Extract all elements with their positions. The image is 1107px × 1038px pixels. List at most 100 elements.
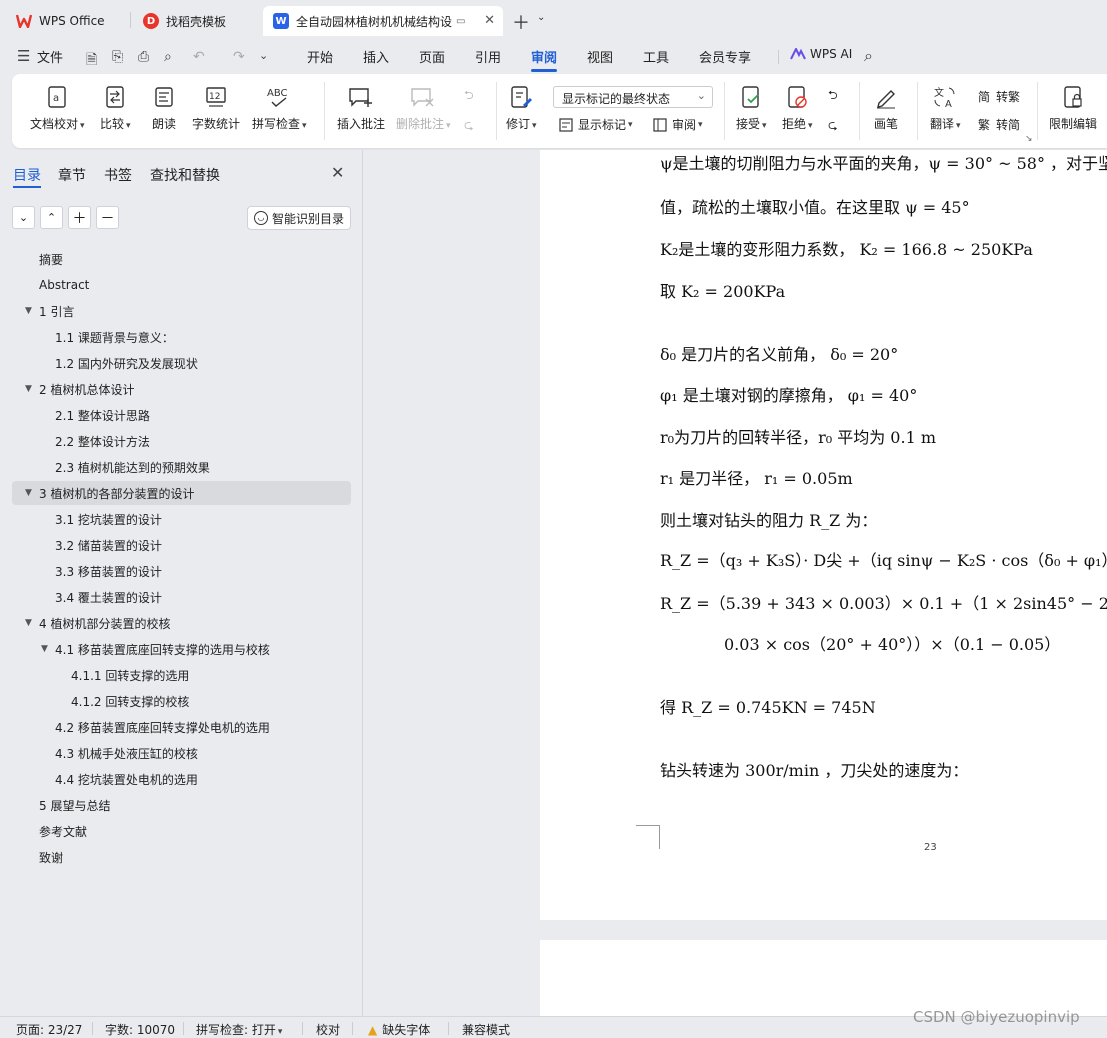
toc-item[interactable]: 1 引言 <box>39 300 74 322</box>
accept-button[interactable]: 接受 ▾ <box>736 84 767 132</box>
remove-heading-button[interactable]: － <box>96 206 119 229</box>
translate-label: 翻译 <box>930 117 955 131</box>
search-icon[interactable]: ⌕ <box>864 46 873 66</box>
tab-wps-office[interactable]: WPS Office <box>6 6 124 36</box>
chevron-down-icon[interactable]: ⌄ <box>537 12 545 23</box>
word-count-icon: 12 <box>203 84 229 110</box>
show-markup-button[interactable]: 显示标记 ▾ <box>558 116 633 133</box>
word-count-button[interactable]: 12 字数统计 <box>192 84 240 132</box>
to-simplified-button[interactable]: 繁转简 <box>976 116 1020 133</box>
menu-insert[interactable]: 插入 <box>363 47 389 66</box>
save-icon[interactable]: 🗎 <box>86 49 97 73</box>
missing-font-status[interactable]: ▲ 缺失字体 <box>368 1021 430 1038</box>
share-icon[interactable]: ⎘ <box>112 49 123 65</box>
toc-item[interactable]: 1.1 课题背景与意义： <box>55 326 174 348</box>
previous-comment-icon[interactable]: ⮌ <box>464 86 474 107</box>
document-area[interactable]: ψ是土壤的切削阻力与水平面的夹角，ψ = 30° ~ 58° ，对于坚 值，疏松… <box>364 150 1107 1016</box>
spell-check-button[interactable]: ABC 拼写检查 ▾ <box>252 84 307 132</box>
print-preview-icon[interactable]: ⌕ <box>164 49 172 65</box>
menu-page[interactable]: 页面 <box>419 47 445 66</box>
tab-label: WPS Office <box>39 14 105 28</box>
add-heading-button[interactable]: ＋ <box>68 206 91 229</box>
expand-arrow-icon[interactable]: ▼ <box>41 644 48 654</box>
menu-member[interactable]: 会员专享 <box>699 47 751 66</box>
expand-arrow-icon[interactable]: ▼ <box>25 618 32 628</box>
toc-item[interactable]: 3.2 储苗装置的设计 <box>55 534 162 556</box>
toc-item[interactable]: 2.3 植树机能达到的预期效果 <box>55 456 210 478</box>
tab-document[interactable]: W 全自动园林植树机机械结构设 ▭ ✕ <box>263 6 503 36</box>
chevron-down-icon[interactable]: ⌄ <box>259 49 268 62</box>
next-change-icon[interactable]: ⮎ <box>828 116 838 137</box>
spell-check-status[interactable]: 拼写检查: 打开 ▾ <box>196 1021 282 1038</box>
toc-item[interactable]: 3 植树机的各部分装置的设计 <box>39 482 194 504</box>
track-changes-button[interactable]: 修订 ▾ <box>506 84 537 132</box>
read-aloud-button[interactable]: 朗读 <box>151 84 177 132</box>
toc-item[interactable]: 4 植树机部分装置的校核 <box>39 612 170 634</box>
expand-arrow-icon[interactable]: ▼ <box>25 488 32 498</box>
expand-corner-icon[interactable]: ↘ <box>1025 134 1033 144</box>
toc-item[interactable]: 2.1 整体设计思路 <box>55 404 150 426</box>
next-comment-icon[interactable]: ⮎ <box>464 116 474 137</box>
delete-comment-button[interactable]: 删除批注 ▾ <box>396 84 451 132</box>
menu-references[interactable]: 引用 <box>475 47 501 66</box>
doc-check-icon: a <box>44 84 70 110</box>
close-icon[interactable]: ✕ <box>484 13 495 28</box>
toc-item[interactable]: 5 展望与总结 <box>39 794 110 816</box>
hamburger-icon[interactable]: ☰ <box>17 47 30 65</box>
tab-chapters[interactable]: 章节 <box>58 165 86 185</box>
review-pane-button[interactable]: 审阅 ▾ <box>652 116 703 133</box>
expand-arrow-icon[interactable]: ▼ <box>25 384 32 394</box>
toc-item[interactable]: 摘要 <box>39 248 63 270</box>
toc-item[interactable]: 4.3 机械手处液压缸的校核 <box>55 742 198 764</box>
toc-item[interactable]: 1.2 国内外研究及发展现状 <box>55 352 198 374</box>
wps-ai-button[interactable]: WPS AI <box>790 47 852 61</box>
translate-button[interactable]: 文A 翻译 ▾ <box>930 84 961 132</box>
next-document-page[interactable] <box>540 940 1107 1016</box>
redo-icon[interactable]: ↷ <box>233 49 245 65</box>
restrict-edit-button[interactable]: 限制编辑 <box>1049 84 1097 132</box>
new-tab-button[interactable]: ＋ <box>512 9 530 35</box>
toc-item[interactable]: 2 植树机总体设计 <box>39 378 134 400</box>
menu-review[interactable]: 审阅 <box>531 47 557 66</box>
markup-display-select[interactable]: 显示标记的最终状态 ⌄ <box>553 86 713 108</box>
tab-label: 找稻壳模板 <box>166 14 227 29</box>
menu-file[interactable]: 文件 <box>37 47 63 66</box>
to-traditional-button[interactable]: 简转繁 <box>976 88 1020 105</box>
toc-item[interactable]: 4.1 移苗装置底座回转支撑的选用与校核 <box>55 638 270 660</box>
toc-item[interactable]: 4.1.2 回转支撑的校核 <box>71 690 189 712</box>
toc-item[interactable]: 3.3 移苗装置的设计 <box>55 560 162 582</box>
compare-button[interactable]: 比较 ▾ <box>100 84 131 132</box>
toc-item[interactable]: Abstract <box>39 274 89 296</box>
tab-find-replace[interactable]: 查找和替换 <box>150 165 220 185</box>
toc-item[interactable]: 4.4 挖坑装置处电机的选用 <box>55 768 198 790</box>
tab-docer-templates[interactable]: D 找稻壳模板 <box>133 6 258 36</box>
expand-arrow-icon[interactable]: ▼ <box>25 306 32 316</box>
toc-item[interactable]: 4.1.1 回转支撑的选用 <box>71 664 189 686</box>
menu-view[interactable]: 视图 <box>587 47 613 66</box>
toc-item[interactable]: 3.1 挖坑装置的设计 <box>55 508 162 530</box>
menu-tools[interactable]: 工具 <box>643 47 669 66</box>
document-page[interactable]: ψ是土壤的切削阻力与水平面的夹角，ψ = 30° ~ 58° ，对于坚 值，疏松… <box>540 150 1107 920</box>
print-icon[interactable]: ⎙ <box>138 49 149 65</box>
insert-comment-button[interactable]: 插入批注 <box>337 84 385 132</box>
toc-item[interactable]: 3.4 覆土装置的设计 <box>55 586 162 608</box>
menu-start[interactable]: 开始 <box>307 47 333 66</box>
smart-toc-button[interactable]: ◡ 智能识别目录 <box>247 206 351 230</box>
proofread-status[interactable]: 校对 <box>316 1021 340 1038</box>
doc-check-button[interactable]: a 文档校对 ▾ <box>30 84 85 132</box>
toc-item[interactable]: 参考文献 <box>39 820 87 842</box>
reject-button[interactable]: 拒绝 ▾ <box>782 84 813 132</box>
expand-up-button[interactable]: ⌃ <box>40 206 63 229</box>
tab-toc[interactable]: 目录 <box>13 165 41 185</box>
toc-item[interactable]: 致谢 <box>39 846 63 868</box>
close-icon[interactable]: ✕ <box>331 163 344 182</box>
toc-item[interactable]: 2.2 整体设计方法 <box>55 430 150 452</box>
undo-icon[interactable]: ↶ <box>193 49 205 65</box>
tab-bookmarks[interactable]: 书签 <box>104 165 132 185</box>
word-count-status[interactable]: 字数: 10070 <box>105 1021 175 1038</box>
previous-change-icon[interactable]: ⮌ <box>828 86 838 107</box>
page-indicator[interactable]: 页面: 23/27 <box>16 1021 82 1038</box>
collapse-all-button[interactable]: ⌄ <box>12 206 35 229</box>
toc-item[interactable]: 4.2 移苗装置底座回转支撑处电机的选用 <box>55 716 270 738</box>
pen-button[interactable]: 画笔 <box>873 84 899 132</box>
